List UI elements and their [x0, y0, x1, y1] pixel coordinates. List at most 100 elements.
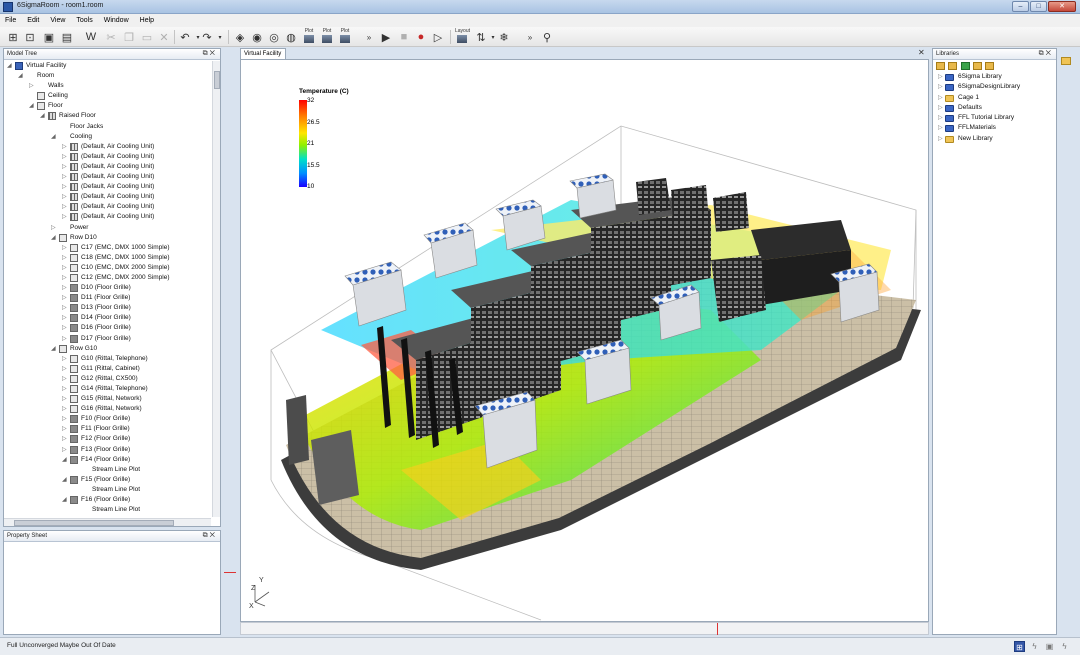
tree-item[interactable]: ▷ D13 (Floor Grille) — [4, 303, 211, 313]
tree-item[interactable]: ▷ D14 (Floor Grille) — [4, 313, 211, 323]
plot-button-2[interactable]: Plot — [320, 29, 334, 43]
tree-item[interactable]: ▷ F13 (Floor Grille) — [4, 445, 211, 455]
collapsed-arrow-icon[interactable]: ▷ — [62, 395, 67, 402]
tree-item[interactable]: Ceiling — [4, 91, 211, 101]
collapsed-arrow-icon[interactable]: ▷ — [62, 244, 67, 251]
minimize-button[interactable]: – — [1012, 1, 1029, 12]
collapsed-arrow-icon[interactable]: ▷ — [938, 94, 943, 101]
expanded-arrow-icon[interactable]: ◢ — [62, 456, 67, 463]
tree-vertical-scrollbar[interactable] — [212, 61, 220, 517]
collapsed-arrow-icon[interactable]: ▷ — [938, 73, 943, 80]
collapsed-arrow-icon[interactable]: ▷ — [62, 375, 67, 382]
menu-window[interactable]: Window — [104, 17, 129, 24]
tree-item[interactable]: ▷ (Default, Air Cooling Unit) — [4, 152, 211, 162]
tree-item[interactable]: ◢ F14 (Floor Grille) — [4, 455, 211, 465]
collapsed-arrow-icon[interactable]: ▷ — [62, 173, 67, 180]
collapsed-arrow-icon[interactable]: ▷ — [938, 114, 943, 121]
collapsed-arrow-icon[interactable]: ▷ — [62, 213, 67, 220]
collapsed-arrow-icon[interactable]: ▷ — [62, 153, 67, 160]
expanded-arrow-icon[interactable]: ◢ — [7, 62, 12, 69]
menu-view[interactable]: View — [50, 17, 65, 24]
toolbar-overflow-2[interactable]: » — [523, 30, 537, 44]
collapsed-arrow-icon[interactable]: ▷ — [62, 425, 67, 432]
collapsed-arrow-icon[interactable]: ▷ — [62, 435, 67, 442]
tree-item[interactable]: ▷ D17 (Floor Grille) — [4, 334, 211, 344]
tree-item[interactable]: ▷ Power — [4, 223, 211, 233]
open-library-icon[interactable] — [936, 62, 945, 70]
view-rotate-icon[interactable]: ◉ — [250, 30, 264, 44]
panel-float-close-icons[interactable]: ⧉✕ — [1039, 50, 1053, 58]
library-item[interactable]: ▷ New Library — [933, 134, 1056, 144]
panel-float-close-icons[interactable]: ⧉✕ — [203, 532, 217, 540]
library-item[interactable]: ▷ Cage 1 — [933, 93, 1056, 103]
paste-icon[interactable]: ▭ — [140, 30, 154, 44]
library-item[interactable]: ▷ 6SigmaDesignLibrary — [933, 82, 1056, 92]
toolbar-overflow-1[interactable]: » — [362, 30, 376, 44]
collapsed-arrow-icon[interactable]: ▷ — [62, 405, 67, 412]
tree-item[interactable]: Stream Line Plot — [4, 465, 211, 475]
collapsed-arrow-icon[interactable]: ▷ — [62, 193, 67, 200]
save-as-icon[interactable]: ▤ — [60, 30, 74, 44]
collapsed-arrow-icon[interactable]: ▷ — [62, 446, 67, 453]
save-icon[interactable]: ▣ — [42, 30, 56, 44]
undo-icon[interactable]: ↶ — [178, 30, 192, 44]
status-box-icon[interactable]: ▣ — [1044, 641, 1055, 652]
3d-viewport[interactable]: Z Y X Temperature (C) 32 26.5 21 15.5 10 — [240, 59, 929, 622]
collapsed-arrow-icon[interactable]: ▷ — [62, 324, 67, 331]
tree-item[interactable]: ▷ G11 (Rittal, Cabinet) — [4, 364, 211, 374]
library-folder-icon[interactable] — [973, 62, 982, 70]
tree-item[interactable]: ◢ F16 (Floor Grille) — [4, 495, 211, 505]
tree-item[interactable]: ▷ C18 (EMC, DMX 1000 Simple) — [4, 253, 211, 263]
menu-file[interactable]: File — [5, 17, 16, 24]
expanded-arrow-icon[interactable]: ◢ — [29, 102, 34, 109]
collapsed-arrow-icon[interactable]: ▷ — [62, 254, 67, 261]
library-item[interactable]: ▷ FFL Tutorial Library — [933, 113, 1056, 123]
tree-item[interactable]: ▷ Walls — [4, 81, 211, 91]
tree-item[interactable]: ◢ Row G10 — [4, 344, 211, 354]
collapsed-arrow-icon[interactable]: ▷ — [62, 284, 67, 291]
tree-item[interactable]: ▷ C17 (EMC, DMX 1000 Simple) — [4, 243, 211, 253]
tree-item[interactable]: ▷ (Default, Air Cooling Unit) — [4, 172, 211, 182]
tree-item[interactable]: ▷ G16 (Rittal, Network) — [4, 404, 211, 414]
tree-item[interactable]: ▷ D16 (Floor Grille) — [4, 323, 211, 333]
collapsed-arrow-icon[interactable]: ▷ — [62, 365, 67, 372]
help-pointer-icon[interactable]: ⚲ — [540, 30, 554, 44]
collapsed-arrow-icon[interactable]: ▷ — [51, 224, 56, 231]
refresh-library-icon[interactable] — [961, 62, 970, 70]
collapsed-arrow-icon[interactable]: ▷ — [62, 335, 67, 342]
expanded-arrow-icon[interactable]: ◢ — [18, 72, 23, 79]
plot-button-1[interactable]: Plot — [302, 29, 316, 43]
collapsed-arrow-icon[interactable]: ▷ — [62, 143, 67, 150]
tree-item[interactable]: ◢ Room — [4, 71, 211, 81]
library-item[interactable]: ▷ Defaults — [933, 103, 1056, 113]
menu-edit[interactable]: Edit — [27, 17, 39, 24]
collapsed-arrow-icon[interactable]: ▷ — [62, 314, 67, 321]
tree-item[interactable]: ◢ Raised Floor — [4, 111, 211, 121]
library-folder-icon-2[interactable] — [985, 62, 994, 70]
new-library-icon[interactable] — [948, 62, 957, 70]
expanded-arrow-icon[interactable]: ◢ — [40, 112, 45, 119]
collapsed-arrow-icon[interactable]: ▷ — [62, 163, 67, 170]
tree-item[interactable]: ◢ Floor — [4, 101, 211, 111]
tree-item[interactable]: ▷ D10 (Floor Grille) — [4, 283, 211, 293]
stop-icon[interactable]: ■ — [397, 30, 411, 44]
collapsed-arrow-icon[interactable]: ▷ — [938, 135, 943, 142]
collapsed-arrow-icon[interactable]: ▷ — [62, 415, 67, 422]
library-item[interactable]: ▷ FFLMaterials — [933, 123, 1056, 133]
tree-item[interactable]: ▷ G10 (Rittal, Telephone) — [4, 354, 211, 364]
new-file-icon[interactable]: ⊞ — [6, 30, 20, 44]
tree-item[interactable]: Stream Line Plot — [4, 485, 211, 495]
tree-item[interactable]: ▷ (Default, Air Cooling Unit) — [4, 192, 211, 202]
play-icon[interactable]: ▶ — [379, 30, 393, 44]
collapsed-arrow-icon[interactable]: ▷ — [62, 355, 67, 362]
expanded-arrow-icon[interactable]: ◢ — [51, 133, 56, 140]
collapsed-arrow-icon[interactable]: ▷ — [62, 304, 67, 311]
tree-item[interactable]: Stream Line Plot — [4, 505, 211, 515]
layout-button[interactable]: Layout — [455, 29, 470, 43]
collapsed-arrow-icon[interactable]: ▷ — [938, 83, 943, 90]
tab-virtual-facility[interactable]: Virtual Facility — [240, 48, 286, 59]
tree-horizontal-scrollbar[interactable] — [4, 518, 211, 526]
cut-icon[interactable]: ✂ — [104, 30, 118, 44]
copy-icon[interactable]: ❐ — [122, 30, 136, 44]
collapsed-arrow-icon[interactable]: ▷ — [29, 82, 34, 89]
